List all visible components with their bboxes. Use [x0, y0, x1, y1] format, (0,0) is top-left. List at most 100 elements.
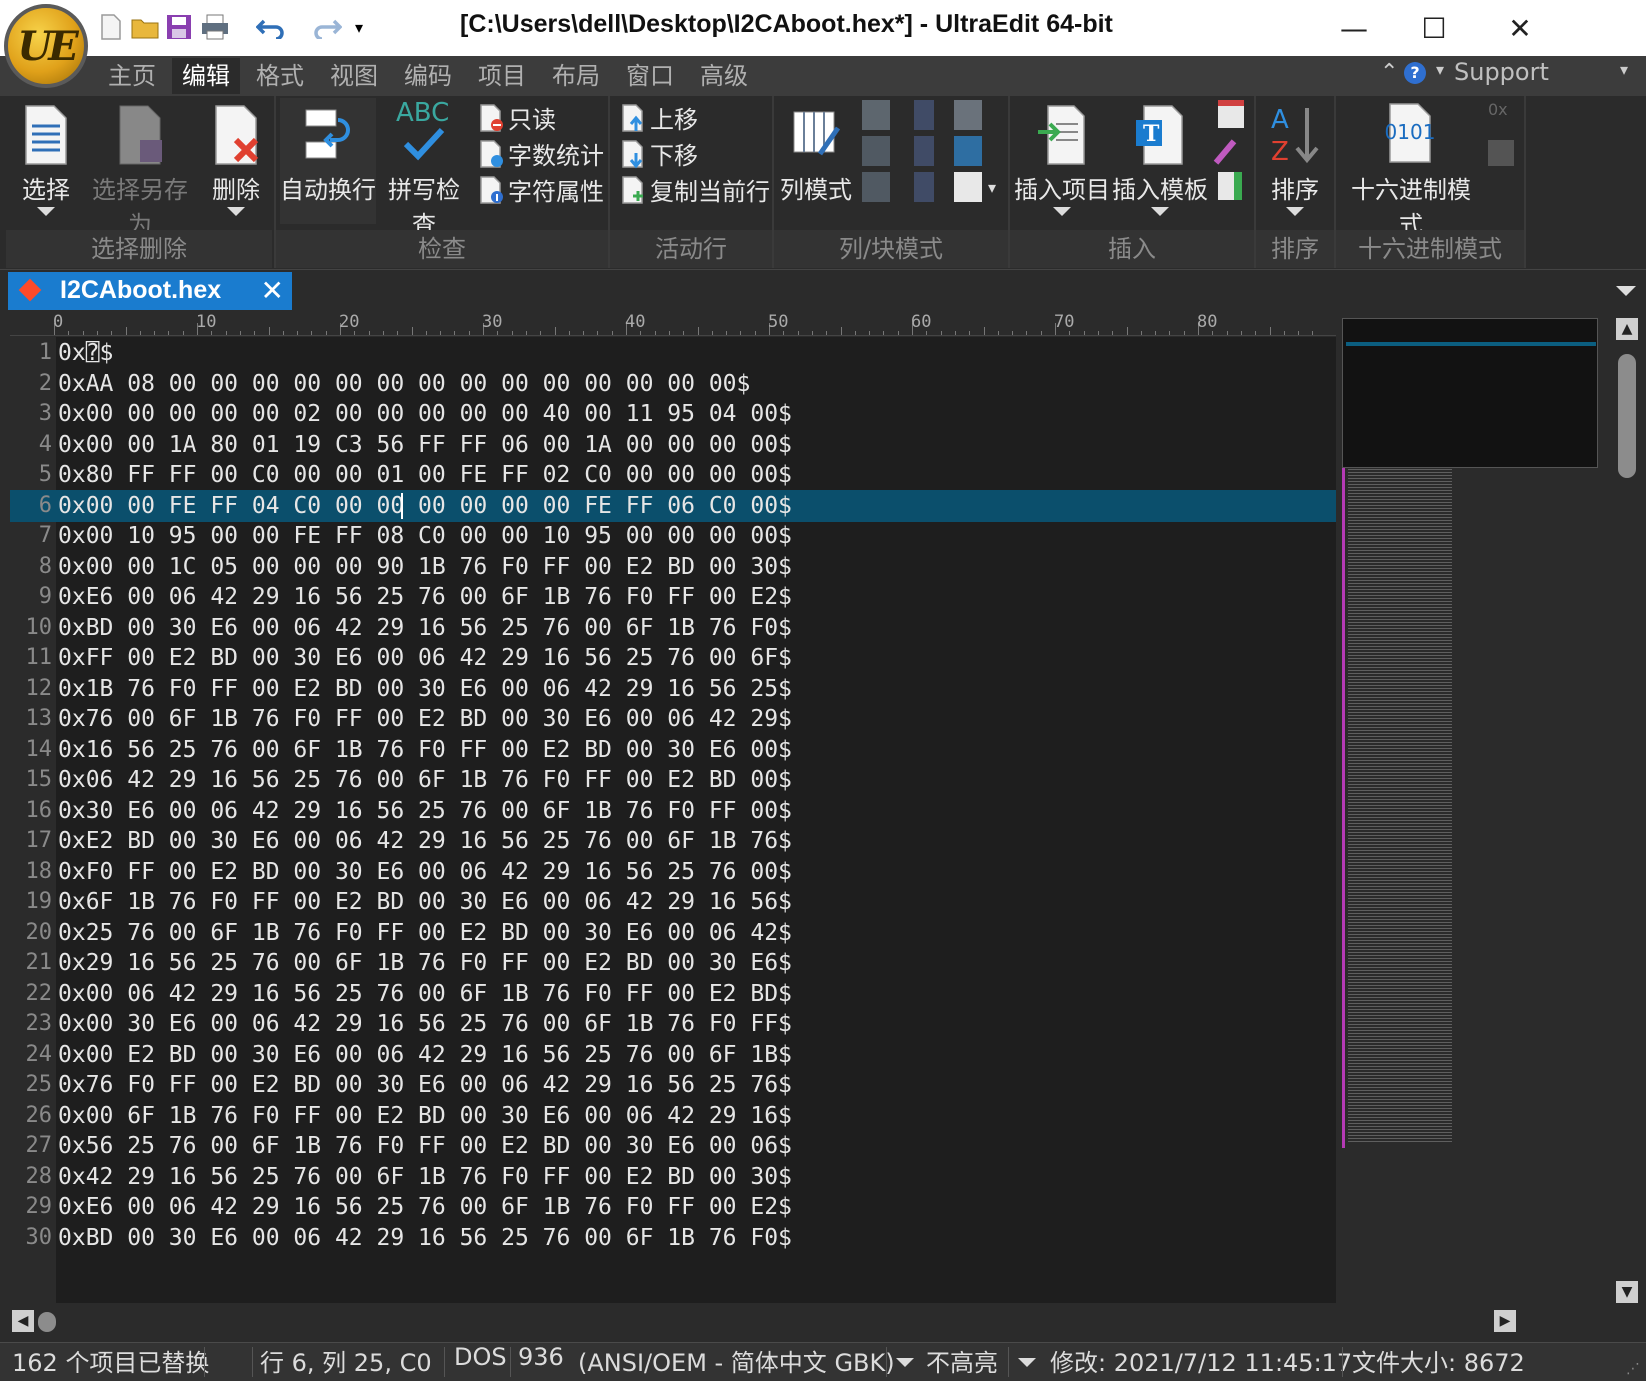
- editor-pane[interactable]: 1 0x⍰$ 2 0xAA 08 00 00 00 00 00 00 00 00 00…: [10, 337, 1336, 1303]
- chevron-down-icon[interactable]: ▾: [988, 178, 996, 197]
- maximize-button[interactable]: ☐: [1410, 6, 1458, 50]
- horizontal-scrollbar[interactable]: ◀ ▶: [10, 1306, 1608, 1336]
- support-link[interactable]: Support: [1454, 58, 1549, 86]
- minimize-button[interactable]: —: [1330, 6, 1378, 50]
- hex-mode-button[interactable]: 0101 十六进制模式: [1340, 98, 1482, 251]
- scroll-left-icon[interactable]: ◀: [12, 1310, 34, 1332]
- insert-template-button[interactable]: T 插入模板: [1112, 98, 1208, 216]
- minimap[interactable]: [1342, 318, 1608, 1303]
- insert-datetime-icon[interactable]: [1218, 100, 1244, 128]
- support-dropdown-icon[interactable]: ▾: [1620, 60, 1628, 79]
- text-line[interactable]: 8 0x00 00 1C 05 00 00 00 90 1B 76 F0 FF 0…: [10, 551, 1336, 583]
- text-line[interactable]: 20 0x25 76 00 6F 1B 76 F0 FF 00 E2 BD 00 …: [10, 917, 1336, 949]
- text-line[interactable]: 2 0xAA 08 00 00 00 00 00 00 00 00 00 00 0…: [10, 368, 1336, 400]
- help-dropdown-icon[interactable]: ▾: [1436, 60, 1444, 79]
- column-number-icon[interactable]: [954, 100, 982, 130]
- open-folder-icon[interactable]: [130, 12, 160, 42]
- redo-icon[interactable]: [312, 12, 342, 42]
- select-button[interactable]: 选择: [16, 98, 76, 216]
- text-line[interactable]: 12 0x1B 76 F0 FF 00 E2 BD 00 30 E6 00 06 …: [10, 673, 1336, 705]
- tab-layout[interactable]: 布局: [542, 58, 610, 94]
- tab-home[interactable]: 主页: [98, 58, 166, 94]
- minimap-viewport[interactable]: [1342, 318, 1598, 468]
- tab-view[interactable]: 视图: [320, 58, 388, 94]
- duplicate-line-button[interactable]: 复制当前行: [620, 172, 770, 207]
- text-line[interactable]: 17 0xE2 BD 00 30 E6 00 06 42 29 16 56 25 …: [10, 825, 1336, 857]
- tab-format[interactable]: 格式: [246, 58, 314, 94]
- text-line[interactable]: 19 0x6F 1B 76 F0 FF 00 E2 BD 00 30 E6 00 …: [10, 886, 1336, 918]
- text-line[interactable]: 30 0xBD 00 30 E6 00 06 42 29 16 56 25 76 …: [10, 1222, 1336, 1254]
- column-sum-icon[interactable]: [954, 136, 982, 166]
- select-save-as-button[interactable]: 选择另存为: [82, 98, 198, 240]
- column-align-right-icon[interactable]: [914, 172, 934, 202]
- status-encoding[interactable]: (ANSI/OEM - 简体中文 GBK): [578, 1343, 895, 1381]
- new-file-icon[interactable]: [96, 12, 126, 42]
- column-insert-icon[interactable]: [862, 100, 890, 130]
- hex-insert-icon[interactable]: 0x: [1488, 100, 1518, 126]
- text-line[interactable]: 21 0x29 16 56 25 76 00 6F 1B 76 F0 FF 00 …: [10, 947, 1336, 979]
- read-only-button[interactable]: 只读: [478, 100, 556, 135]
- help-icon[interactable]: ?: [1404, 62, 1426, 84]
- status-highlight[interactable]: 不高亮: [926, 1343, 998, 1381]
- tab-encoding[interactable]: 编码: [394, 58, 462, 94]
- color-picker-icon[interactable]: [1213, 139, 1237, 165]
- text-line[interactable]: 28 0x42 29 16 56 25 76 00 6F 1B 76 F0 FF …: [10, 1161, 1336, 1193]
- column-convert-icon[interactable]: [954, 172, 982, 202]
- move-line-up-button[interactable]: 上移: [620, 100, 698, 135]
- tab-window[interactable]: 窗口: [616, 58, 684, 94]
- tab-list-dropdown-icon[interactable]: [1616, 286, 1636, 296]
- horizontal-scroll-thumb[interactable]: [38, 1312, 56, 1332]
- text-line[interactable]: 11 0xFF 00 E2 BD 00 30 E6 00 06 42 29 16 …: [10, 642, 1336, 674]
- highlight-dropdown-icon[interactable]: [896, 1358, 914, 1367]
- text-line[interactable]: 18 0xF0 FF 00 E2 BD 00 30 E6 00 06 42 29 …: [10, 856, 1336, 888]
- scroll-right-icon[interactable]: ▶: [1494, 1310, 1516, 1332]
- text-line[interactable]: 27 0x56 25 76 00 6F 1B 76 F0 FF 00 E2 BD …: [10, 1130, 1336, 1162]
- tab-project[interactable]: 项目: [468, 58, 536, 94]
- text-line[interactable]: 23 0x00 30 E6 00 06 42 29 16 56 25 76 00 …: [10, 1008, 1336, 1040]
- column-delete-icon[interactable]: [862, 136, 890, 166]
- close-tab-button[interactable]: ✕: [261, 272, 284, 310]
- close-window-button[interactable]: ✕: [1496, 6, 1544, 50]
- sort-button[interactable]: AZ 排序: [1260, 98, 1330, 216]
- delete-button[interactable]: 删除: [208, 98, 264, 216]
- text-line[interactable]: 25 0x76 F0 FF 00 E2 BD 00 30 E6 00 06 42 …: [10, 1069, 1336, 1101]
- print-icon[interactable]: [200, 12, 230, 42]
- status-line-ending[interactable]: DOS: [454, 1343, 507, 1381]
- text-line[interactable]: 14 0x16 56 25 76 00 6F 1B 76 F0 FF 00 E2 …: [10, 734, 1336, 766]
- column-align-left-icon[interactable]: [914, 100, 934, 130]
- resize-grip-icon[interactable]: ⋰: [1626, 1361, 1640, 1377]
- word-count-button[interactable]: 字数统计: [478, 136, 604, 171]
- text-line[interactable]: 15 0x06 42 29 16 56 25 76 00 6F 1B 76 F0 …: [10, 764, 1336, 796]
- column-cut-icon[interactable]: [862, 172, 890, 202]
- move-line-down-button[interactable]: 下移: [620, 136, 698, 171]
- text-line[interactable]: 26 0x00 6F 1B 76 F0 FF 00 E2 BD 00 30 E6 …: [10, 1100, 1336, 1132]
- text-line[interactable]: 22 0x00 06 42 29 16 56 25 76 00 6F 1B 76 …: [10, 978, 1336, 1010]
- text-line[interactable]: 10 0xBD 00 30 E6 00 06 42 29 16 56 25 76 …: [10, 612, 1336, 644]
- hex-copy-icon[interactable]: [1488, 140, 1514, 166]
- document-tab[interactable]: I2CAboot.hex ✕: [8, 272, 292, 310]
- text-line[interactable]: 4 0x00 00 1A 80 01 19 C3 56 FF FF 06 00 1…: [10, 429, 1336, 461]
- column-align-center-icon[interactable]: [914, 136, 934, 166]
- text-line[interactable]: 16 0x30 E6 00 06 42 29 16 56 25 76 00 6F …: [10, 795, 1336, 827]
- char-properties-button[interactable]: 字符属性: [478, 172, 604, 207]
- save-icon[interactable]: [164, 12, 194, 42]
- status-codepage[interactable]: 936: [518, 1343, 564, 1381]
- text-line[interactable]: 5 0x80 FF FF 00 C0 00 00 01 00 FE FF 02 C…: [10, 459, 1336, 491]
- insert-item-button[interactable]: 插入项目: [1014, 98, 1110, 216]
- text-line[interactable]: 7 0x00 10 95 00 00 FE FF 08 C0 00 00 10 9…: [10, 520, 1336, 552]
- scroll-down-icon[interactable]: ▼: [1616, 1281, 1638, 1303]
- vertical-scrollbar[interactable]: ▲ ▼: [1612, 318, 1642, 1303]
- vertical-scroll-thumb[interactable]: [1618, 354, 1636, 478]
- spell-check-button[interactable]: ABC 拼写检查: [378, 98, 470, 240]
- column-mode-button[interactable]: 列模式: [780, 98, 852, 205]
- tab-advanced[interactable]: 高级: [690, 58, 758, 94]
- modified-dropdown-icon[interactable]: [1018, 1358, 1036, 1367]
- text-line[interactable]: 3 0x00 00 00 00 00 02 00 00 00 00 00 40 0…: [10, 398, 1336, 430]
- text-line[interactable]: 29 0xE6 00 06 42 29 16 56 25 76 00 6F 1B …: [10, 1191, 1336, 1223]
- scroll-up-icon[interactable]: ▲: [1616, 318, 1638, 340]
- undo-icon[interactable]: [256, 12, 286, 42]
- text-line[interactable]: 1 0x⍰$: [10, 337, 1336, 369]
- status-cursor-position[interactable]: 行 6, 列 25, C0: [260, 1343, 432, 1381]
- current-line[interactable]: 6 0x00 00 FE FF 04 C0 00 00 00 00 00 00 F…: [10, 489, 1336, 522]
- insert-file-icon[interactable]: [1218, 172, 1242, 200]
